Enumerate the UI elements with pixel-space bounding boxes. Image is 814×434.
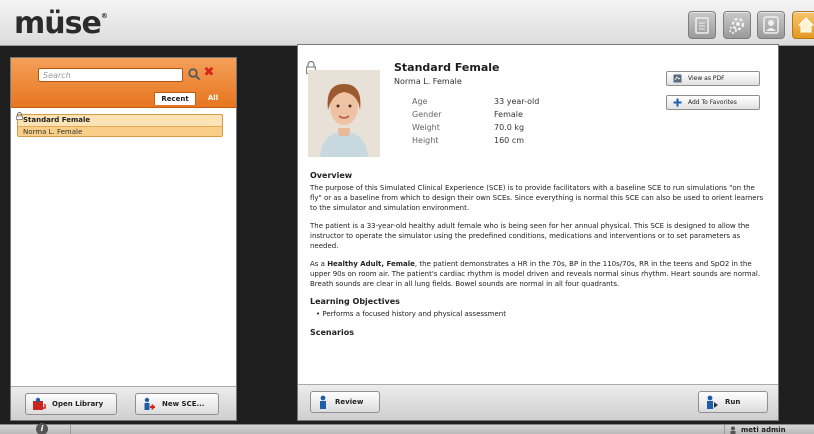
run-label: Run	[725, 398, 741, 406]
stat-row-age: Age 33 year-old	[412, 95, 539, 108]
overview-heading: Overview	[310, 171, 353, 180]
objective-item: Performs a focused history and physical …	[316, 309, 765, 319]
patient-stats: Age 33 year-old Gender Female Weight 70.0 k…	[412, 95, 539, 147]
stat-row-weight: Weight 70.0 kg	[412, 121, 539, 134]
overview-p3-prefix: As a	[310, 260, 328, 268]
stat-label: Weight	[412, 123, 440, 132]
stat-label: Age	[412, 97, 428, 106]
current-user[interactable]: meti admin	[729, 425, 786, 434]
open-library-icon	[33, 397, 46, 410]
list-item[interactable]: Standard Female Norma L. Female	[17, 114, 223, 137]
open-library-button[interactable]: Open Library	[25, 393, 117, 415]
user-icon	[730, 426, 736, 434]
new-sce-button[interactable]: New SCE...	[135, 393, 219, 415]
stat-row-height: Height 160 cm	[412, 134, 539, 147]
detail-footer: Review Run	[298, 384, 778, 420]
overview-p3-bold: Healthy Adult, Female	[327, 260, 415, 268]
overview-paragraph-1: The purpose of this Simulated Clinical E…	[310, 184, 764, 212]
view-as-pdf-button[interactable]: View as PDF	[666, 71, 760, 86]
app-window: müse® ✖ Recent All Standard Female Norma…	[0, 0, 814, 434]
sce-description: Overview The purpose of this Simulated C…	[310, 171, 765, 340]
run-icon	[707, 395, 718, 409]
stat-row-gender: Gender Female	[412, 108, 539, 121]
status-bar: i meti admin	[0, 423, 814, 434]
new-sce-label: New SCE...	[162, 400, 205, 408]
open-library-label: Open Library	[52, 400, 104, 408]
view-as-pdf-label: View as PDF	[688, 75, 725, 82]
info-icon[interactable]: i	[36, 423, 48, 434]
settings-button[interactable]	[723, 11, 751, 39]
add-to-favorites-button[interactable]: Add To Favorites	[666, 95, 760, 110]
sce-detail-panel: Standard Female Norma L. Female Age 33 ye…	[297, 44, 779, 421]
current-user-name: meti admin	[741, 426, 786, 434]
search-icon[interactable]	[187, 67, 201, 81]
status-divider	[724, 425, 725, 434]
tab-recent[interactable]: Recent	[154, 92, 196, 105]
plus-icon	[673, 98, 682, 107]
lock-icon	[16, 112, 23, 120]
sce-list: Standard Female Norma L. Female	[16, 112, 224, 137]
stat-label: Height	[412, 136, 439, 145]
tab-all[interactable]: All	[197, 92, 229, 105]
patient-photo	[308, 70, 380, 157]
search-input[interactable]	[38, 68, 183, 82]
overview-paragraph-2: The patient is a 33-year-old healthy adu…	[310, 222, 750, 250]
stat-value: 160 cm	[494, 136, 525, 145]
user-icon	[763, 16, 779, 34]
pdf-icon	[673, 74, 682, 83]
add-to-favorites-label: Add To Favorites	[688, 99, 737, 106]
run-button[interactable]: Run	[698, 391, 768, 413]
home-button[interactable]	[792, 11, 814, 39]
library-button[interactable]	[688, 11, 716, 39]
search-area: ✖ Recent All	[11, 58, 236, 108]
header-bar: müse®	[0, 0, 814, 46]
user-button[interactable]	[757, 11, 785, 39]
new-sce-icon	[144, 397, 155, 410]
review-button[interactable]: Review	[310, 391, 380, 413]
stat-label: Gender	[412, 110, 442, 119]
sidebar-footer: Open Library New SCE...	[11, 386, 236, 420]
list-item-patient[interactable]: Norma L. Female	[18, 126, 222, 136]
sce-title: Standard Female	[394, 61, 500, 74]
overview-paragraph-3: As a Healthy Adult, Female, the patient …	[310, 259, 765, 289]
scenarios-heading: Scenarios	[310, 328, 354, 337]
muse-logo: müse®	[14, 6, 108, 41]
clear-search-icon[interactable]: ✖	[202, 66, 216, 80]
stat-value: 70.0 kg	[494, 123, 525, 132]
list-item-title: Standard Female	[23, 116, 91, 124]
objectives-list: Performs a focused history and physical …	[310, 309, 765, 319]
review-label: Review	[335, 398, 364, 406]
settings-icon	[729, 17, 745, 34]
home-icon	[797, 17, 814, 33]
stat-value: 33 year-old	[494, 97, 540, 106]
stat-value: Female	[494, 110, 523, 119]
sce-patient-name: Norma L. Female	[394, 77, 462, 86]
status-divider	[70, 425, 71, 434]
learning-objectives-heading: Learning Objectives	[310, 297, 400, 306]
sce-browser-panel: ✖ Recent All Standard Female Norma L. Fe…	[10, 57, 237, 421]
library-icon	[695, 17, 709, 34]
review-icon	[320, 395, 326, 409]
